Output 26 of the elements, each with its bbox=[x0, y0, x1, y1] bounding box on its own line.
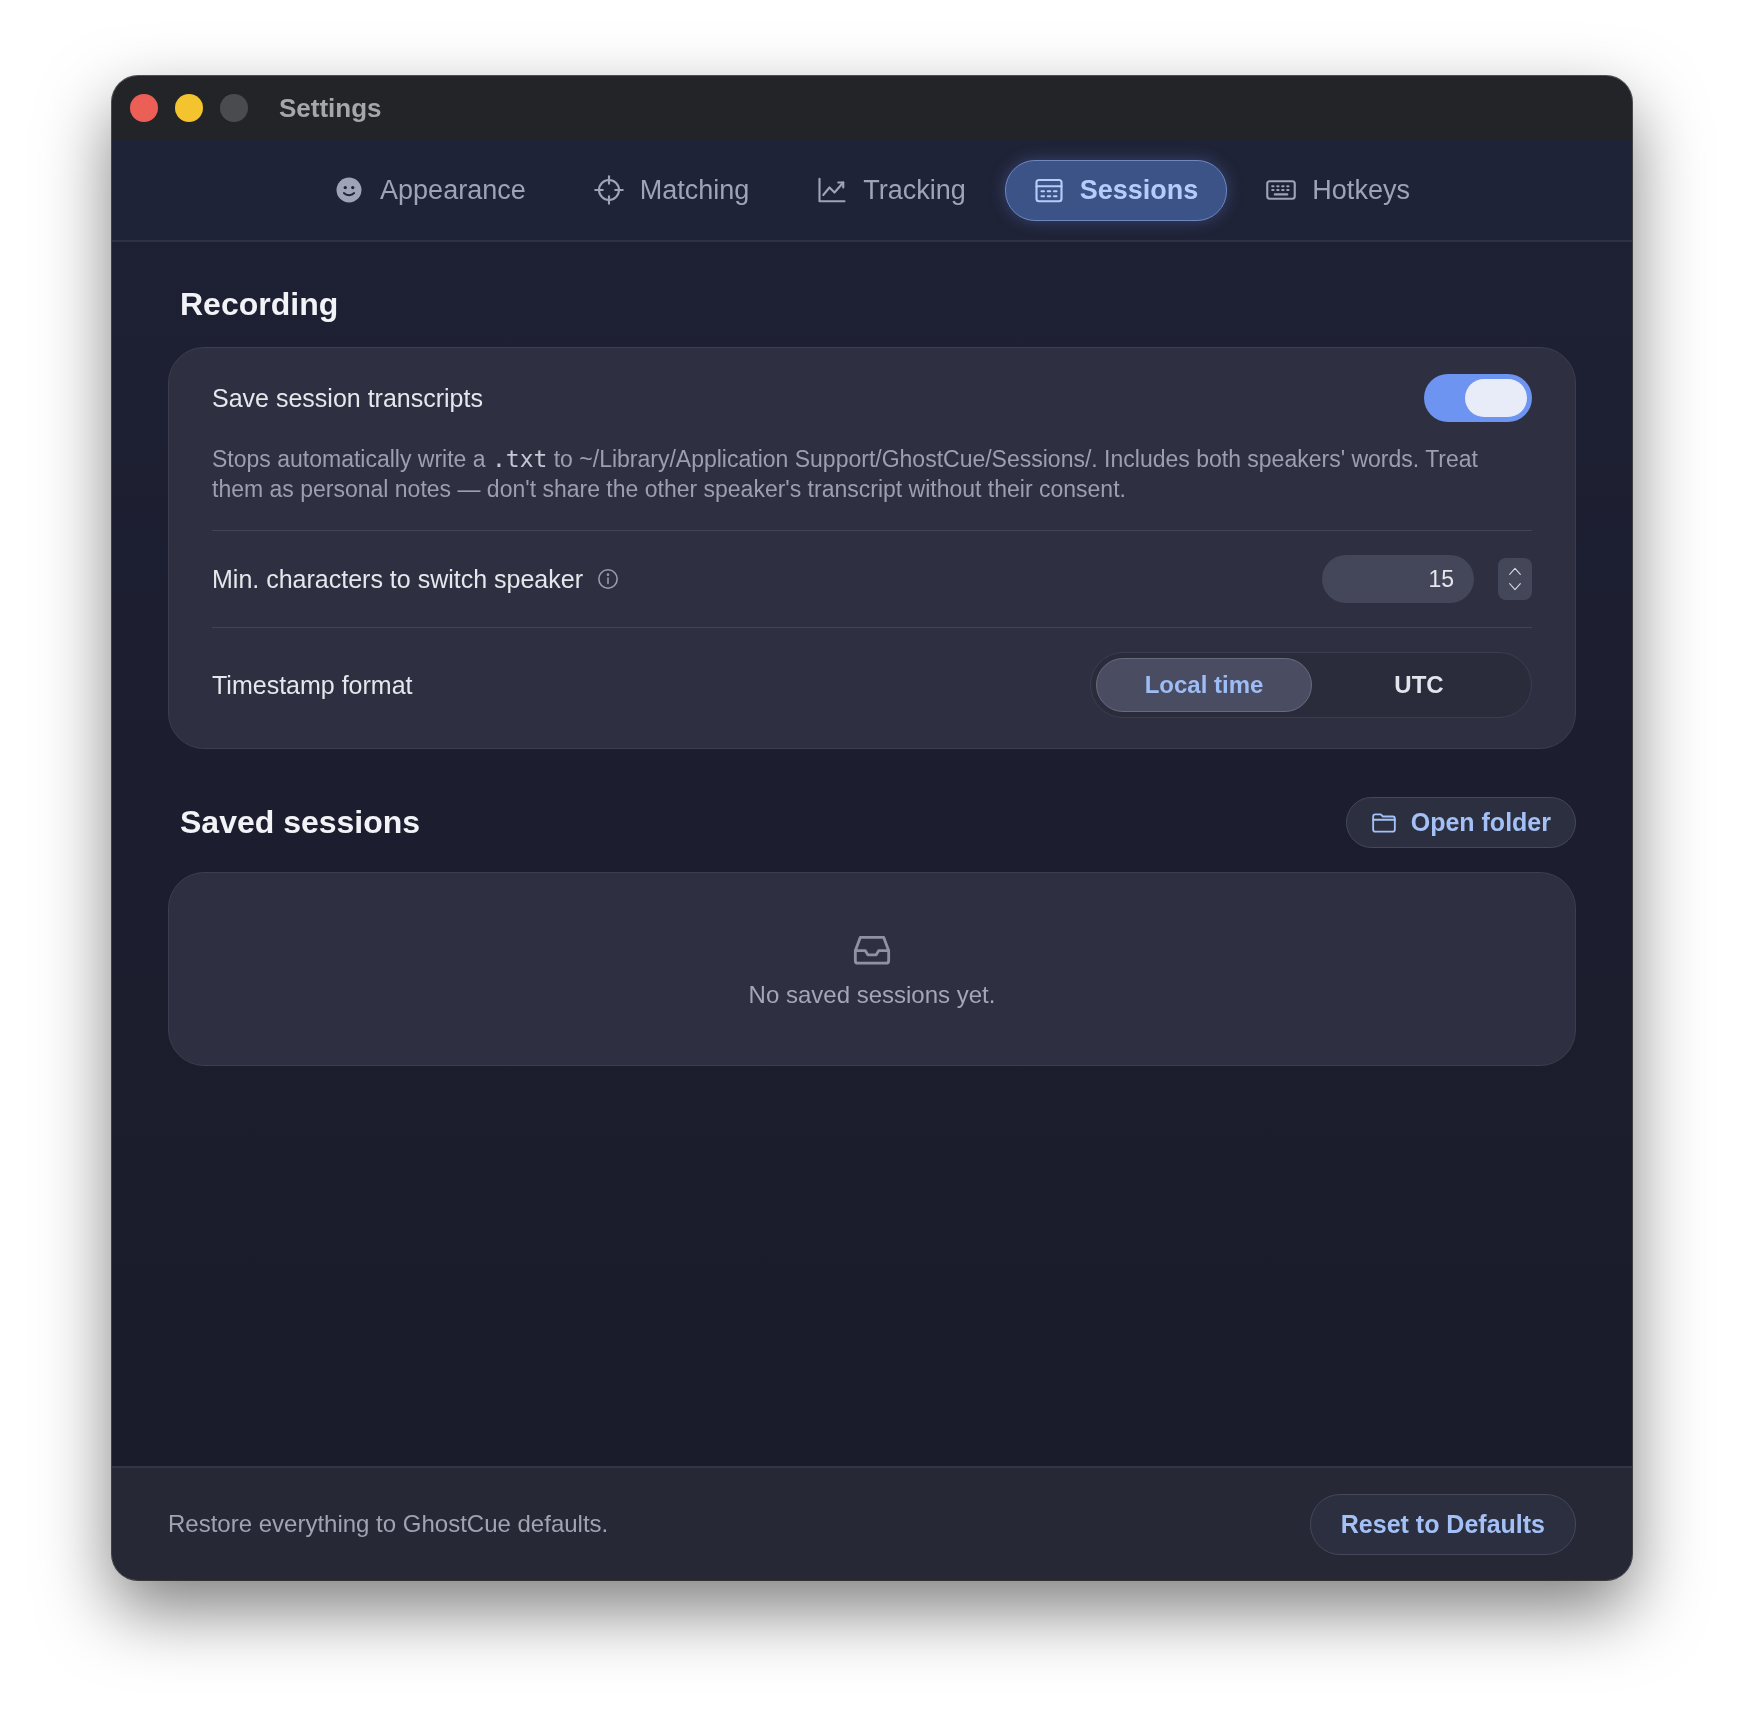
setting-label: Min. characters to switch speaker bbox=[212, 564, 583, 594]
tab[interactable]: Tracking bbox=[788, 159, 995, 221]
section-heading: Recording bbox=[179, 286, 340, 323]
tab[interactable]: Sessions bbox=[1004, 159, 1228, 221]
empty-state-text: No saved sessions yet. bbox=[748, 981, 996, 1009]
minimize-button[interactable] bbox=[175, 94, 203, 122]
reset-button[interactable]: Reset to Defaults bbox=[1309, 1493, 1576, 1555]
line-chart-icon bbox=[817, 175, 848, 205]
section-heading: Saved sessions bbox=[179, 804, 421, 841]
toggle-switch[interactable] bbox=[1424, 374, 1532, 422]
window-title: Settings bbox=[279, 92, 382, 124]
number-field[interactable]: 15 bbox=[1322, 555, 1474, 603]
setting-label: Save session transcripts bbox=[212, 383, 483, 413]
tab[interactable]: Matching bbox=[564, 159, 779, 221]
setting-label: Timestamp format bbox=[212, 670, 413, 700]
close-button[interactable] bbox=[130, 94, 158, 122]
stepper[interactable] bbox=[1498, 558, 1532, 600]
footer-text: Restore everything to GhostCue defaults. bbox=[168, 1510, 609, 1538]
segment-option[interactable]: Local time bbox=[1096, 658, 1312, 712]
tab[interactable]: Appearance bbox=[305, 159, 555, 221]
crosshair-icon bbox=[593, 175, 624, 205]
setting-description: Stops automatically write a .txt to ~/Library/Application Support/GhostCue/Sessions/. Includes both speakers' words. Treat them as personal notes — don't share the other speaker's transcript without their consent. bbox=[212, 445, 1479, 504]
segment-option[interactable]: UTC bbox=[1312, 658, 1526, 712]
info-icon bbox=[597, 568, 619, 590]
open-folder-button[interactable]: Open folder bbox=[1345, 797, 1576, 848]
tab[interactable]: Hotkeys bbox=[1237, 159, 1439, 221]
